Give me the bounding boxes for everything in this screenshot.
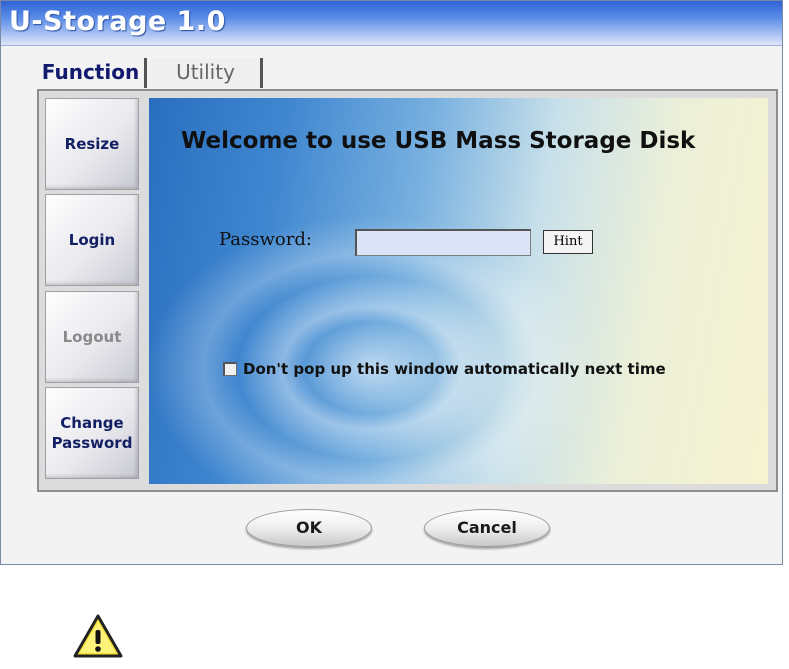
autopopup-checkbox-label[interactable]: Don't pop up this window automatically n… — [243, 360, 666, 378]
resize-button[interactable]: Resize — [45, 98, 139, 190]
autopopup-checkbox[interactable] — [223, 362, 237, 376]
logout-button[interactable]: Logout — [45, 291, 139, 383]
welcome-heading: Welcome to use USB Mass Storage Disk — [181, 128, 696, 154]
autopopup-option[interactable]: Don't pop up this window automatically n… — [223, 360, 666, 378]
password-input[interactable] — [355, 229, 531, 256]
window-title: U-Storage 1.0 — [9, 6, 226, 37]
tab-function[interactable]: Function — [37, 58, 147, 88]
hint-button[interactable]: Hint — [543, 230, 593, 254]
change-password-button[interactable]: Change Password — [45, 387, 139, 479]
dialog-window: U-Storage 1.0 Function Utility Resize Lo… — [0, 0, 783, 565]
title-bar[interactable]: U-Storage 1.0 — [1, 1, 782, 46]
login-button-label: Login — [68, 231, 116, 249]
ok-button[interactable]: OK — [246, 509, 372, 547]
content-area: Welcome to use USB Mass Storage Disk Pas… — [149, 98, 768, 484]
tab-utility[interactable]: Utility — [151, 58, 263, 88]
function-panel: Resize Login Logout Change Password Welc… — [37, 89, 778, 492]
cancel-button[interactable]: Cancel — [424, 509, 550, 547]
change-password-button-label: Change Password — [51, 414, 133, 452]
login-button[interactable]: Login — [45, 194, 139, 286]
resize-button-label: Resize — [64, 135, 120, 153]
warning-icon — [73, 614, 123, 658]
password-label: Password: — [219, 229, 312, 250]
logout-button-label: Logout — [62, 328, 122, 346]
